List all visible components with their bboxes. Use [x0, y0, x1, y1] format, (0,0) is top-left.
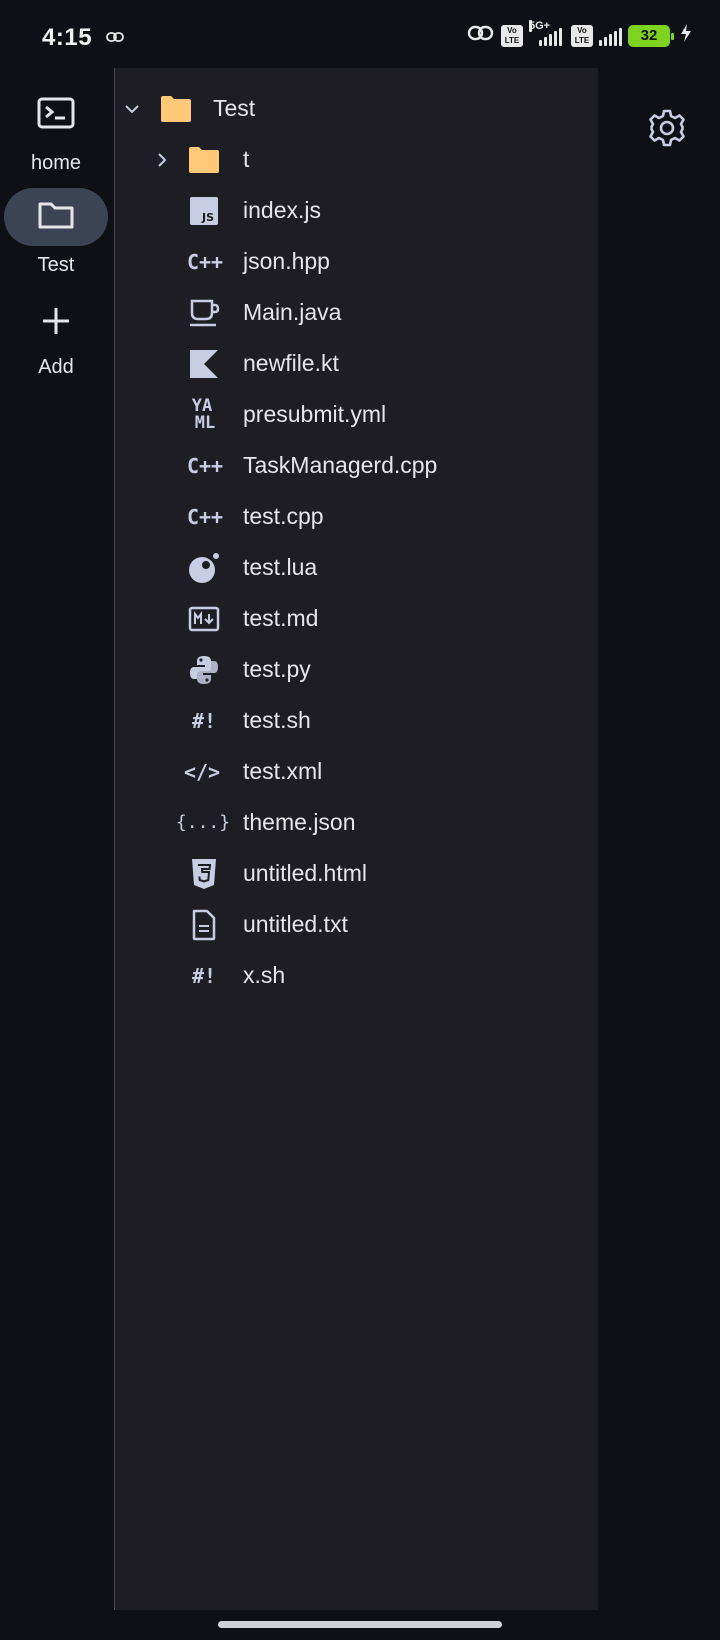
volte-badge-2: Vo LTE — [571, 24, 593, 47]
rail-item-add[interactable]: Add — [0, 298, 112, 379]
status-icons: Vo LTE 5G+ Vo LTE 32 — [467, 19, 692, 49]
rail-item-home[interactable]: home — [0, 86, 112, 175]
yaml-icon-top: YA — [191, 395, 213, 416]
tree-row-file[interactable]: {...} theme.json — [115, 797, 599, 848]
tree-label: test.cpp — [243, 503, 324, 529]
tree-label: test.lua — [243, 554, 318, 580]
terminal-icon — [37, 97, 75, 134]
status-bar: 4:15 Vo LTE 5G+ Vo LTE 32 — [0, 0, 720, 68]
tree-row-file[interactable]: C++ TaskManagerd.cpp — [115, 440, 599, 491]
plus-icon — [40, 305, 72, 342]
rail-label-add: Add — [38, 356, 74, 378]
folder-icon — [37, 199, 75, 236]
right-area — [598, 68, 720, 1610]
lua-icon — [187, 551, 221, 585]
link-icon — [106, 30, 124, 48]
tree-row-file[interactable]: test.lua — [115, 542, 599, 593]
tree-label: test.md — [243, 605, 319, 631]
tree-row-file[interactable]: test.md — [115, 593, 599, 644]
tree-label: newfile.kt — [243, 350, 339, 376]
tree-row-file[interactable]: JS index.js — [115, 185, 599, 236]
folder-icon — [187, 143, 221, 177]
signal-icon — [599, 26, 622, 46]
battery-icon: 32 — [628, 24, 674, 47]
tree-row-file[interactable]: #! test.sh — [115, 695, 599, 746]
kotlin-icon — [187, 347, 221, 381]
rail-pill-home — [4, 86, 108, 144]
rail-label-home: home — [30, 152, 82, 174]
tree-label: Main.java — [243, 299, 342, 325]
rail-pill-add — [4, 298, 108, 348]
yaml-icon: YA ML — [185, 395, 219, 433]
bolt-icon — [680, 24, 692, 47]
home-indicator[interactable] — [218, 1621, 502, 1628]
rail-item-test[interactable]: Test — [0, 188, 112, 277]
tree-row-file[interactable]: untitled.html — [115, 848, 599, 899]
tree-row-file[interactable]: #! x.sh — [115, 950, 599, 1001]
chevron-right-icon[interactable] — [152, 150, 172, 170]
json-icon: {...} — [175, 812, 231, 833]
gear-icon[interactable] — [647, 108, 687, 148]
tree-row-file[interactable]: YA ML presubmit.yml — [115, 389, 599, 440]
tree-label: test.sh — [243, 707, 311, 733]
rail-label-test: Test — [37, 254, 75, 276]
shell-icon: #! — [191, 963, 217, 988]
cpp-icon: C++ — [186, 453, 224, 478]
tree-row-root[interactable]: Test — [115, 83, 599, 134]
js-icon: JS — [187, 194, 221, 228]
tree-label: untitled.txt — [243, 911, 348, 937]
tree-row-file[interactable]: C++ test.cpp — [115, 491, 599, 542]
cpp-icon: C++ — [186, 249, 224, 274]
network-type: 5G+ — [529, 19, 551, 32]
tree-row-file[interactable]: untitled.txt — [115, 899, 599, 950]
folder-icon — [159, 92, 193, 126]
tree-label: index.js — [243, 197, 321, 223]
tree-label: Test — [213, 95, 256, 121]
tree-row-folder[interactable]: t — [115, 134, 599, 185]
shell-icon: #! — [191, 708, 217, 733]
java-icon — [187, 296, 221, 330]
tree-label: json.hpp — [243, 248, 330, 274]
text-file-icon — [187, 908, 221, 942]
tree-row-file[interactable]: Main.java — [115, 287, 599, 338]
chevron-down-icon[interactable] — [122, 99, 142, 119]
tree-label: test.xml — [243, 758, 323, 784]
html-icon — [187, 857, 221, 891]
tree-row-file[interactable]: </> test.xml — [115, 746, 599, 797]
markdown-icon — [187, 602, 221, 636]
tree-label: TaskManagerd.cpp — [243, 452, 438, 478]
tree-label: test.py — [243, 656, 311, 682]
tree-label: presubmit.yml — [243, 401, 387, 427]
tree-row-file[interactable]: C++ json.hpp — [115, 236, 599, 287]
screen: 4:15 Vo LTE 5G+ Vo LTE 32 home Test Add … — [0, 0, 720, 1640]
clock: 4:15 — [42, 24, 93, 51]
nav-rail: home Test Add — [0, 68, 112, 1608]
volte-badge-1: Vo LTE — [501, 24, 523, 47]
tree-row-file[interactable]: test.py — [115, 644, 599, 695]
tree-label: theme.json — [243, 809, 356, 835]
yaml-icon-bottom: ML — [194, 412, 216, 433]
tree-label: untitled.html — [243, 860, 368, 886]
hotspot-icon — [467, 22, 495, 49]
rail-pill-test — [4, 188, 108, 246]
battery-level: 32 — [640, 27, 658, 44]
tree-label: t — [243, 146, 250, 172]
xml-icon: </> — [183, 759, 221, 784]
js-icon-text: JS — [201, 211, 214, 224]
cpp-icon: C++ — [186, 504, 224, 529]
python-icon — [187, 653, 221, 687]
tree-label: x.sh — [243, 962, 286, 988]
tree-row-file[interactable]: newfile.kt — [115, 338, 599, 389]
signal-5g-icon: 5G+ — [529, 19, 565, 46]
file-tree-panel: Test t JS index.js C++ json.hpp Main.jav… — [114, 68, 598, 1610]
